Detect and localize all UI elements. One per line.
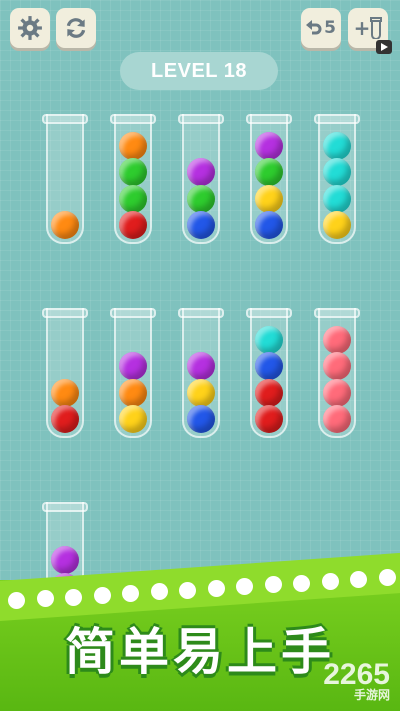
ball-blue <box>255 211 283 239</box>
banner-dot <box>150 583 168 601</box>
ball-green <box>119 158 147 186</box>
add-tube-button[interactable]: + <box>348 8 392 54</box>
tube-10[interactable] <box>314 308 360 438</box>
banner-dot <box>36 590 54 608</box>
ball-orange <box>51 211 79 239</box>
ball-red <box>119 211 147 239</box>
tube-icon <box>370 17 383 39</box>
banner-dot <box>264 576 282 594</box>
tube-1[interactable] <box>42 114 88 244</box>
ball-yellow <box>119 405 147 433</box>
ball-pink <box>323 352 351 380</box>
ball-red <box>255 378 283 407</box>
banner-dot <box>378 569 396 587</box>
tube-9[interactable] <box>246 308 292 438</box>
ball-yellow <box>323 211 351 239</box>
ball-yellow <box>255 184 283 213</box>
banner-dot <box>293 574 310 592</box>
ball-cyan <box>323 131 351 160</box>
watermark-logo: 2265 手游网 <box>323 658 390 703</box>
ball-purple <box>187 352 215 380</box>
ball-orange <box>119 131 147 160</box>
ball-purple <box>187 158 215 186</box>
banner-dot <box>350 571 367 588</box>
banner-dot <box>122 585 139 602</box>
play-icon <box>381 43 388 51</box>
refresh-icon <box>66 18 86 38</box>
ball-orange <box>119 378 147 407</box>
tube-7[interactable] <box>110 308 156 438</box>
tube-6[interactable] <box>42 308 88 438</box>
banner-dot <box>179 581 196 599</box>
add-tube-plus: + <box>353 16 371 40</box>
ball-green <box>255 158 283 186</box>
ball-pink <box>323 405 351 433</box>
ball-cyan <box>255 325 283 354</box>
undo-button[interactable]: 5 <box>301 8 341 48</box>
ball-red <box>51 405 79 433</box>
banner-dot <box>236 578 253 595</box>
video-ad-badge <box>376 40 392 54</box>
ball-red <box>255 405 283 433</box>
ball-pink <box>323 378 351 407</box>
banner-dot <box>93 586 111 604</box>
tube-2[interactable] <box>110 114 156 244</box>
undo-arrow-icon <box>306 20 322 35</box>
tube-3[interactable] <box>178 114 224 244</box>
ball-blue <box>187 211 215 239</box>
settings-button[interactable] <box>10 8 50 48</box>
ball-yellow <box>187 378 215 407</box>
restart-button[interactable] <box>56 8 96 48</box>
ball-green <box>119 184 147 213</box>
ball-pink <box>323 325 351 354</box>
ball-cyan <box>323 158 351 186</box>
ball-purple <box>119 352 147 380</box>
level-indicator: LEVEL 18 <box>120 52 278 90</box>
ball-blue <box>255 352 283 380</box>
banner-dot <box>321 572 339 590</box>
tube-8[interactable] <box>178 308 224 438</box>
banner-dot <box>65 588 82 606</box>
ball-purple <box>255 131 283 160</box>
ball-green <box>187 184 215 213</box>
ball-cyan <box>323 184 351 213</box>
ball-blue <box>187 405 215 433</box>
banner-dot <box>207 579 225 597</box>
ball-purple <box>51 546 79 574</box>
tube-4[interactable] <box>246 114 292 244</box>
gear-icon <box>18 16 42 40</box>
tube-5[interactable] <box>314 114 360 244</box>
undo-count: 5 <box>324 18 336 38</box>
banner-dot <box>8 592 25 609</box>
ball-orange <box>51 378 79 407</box>
